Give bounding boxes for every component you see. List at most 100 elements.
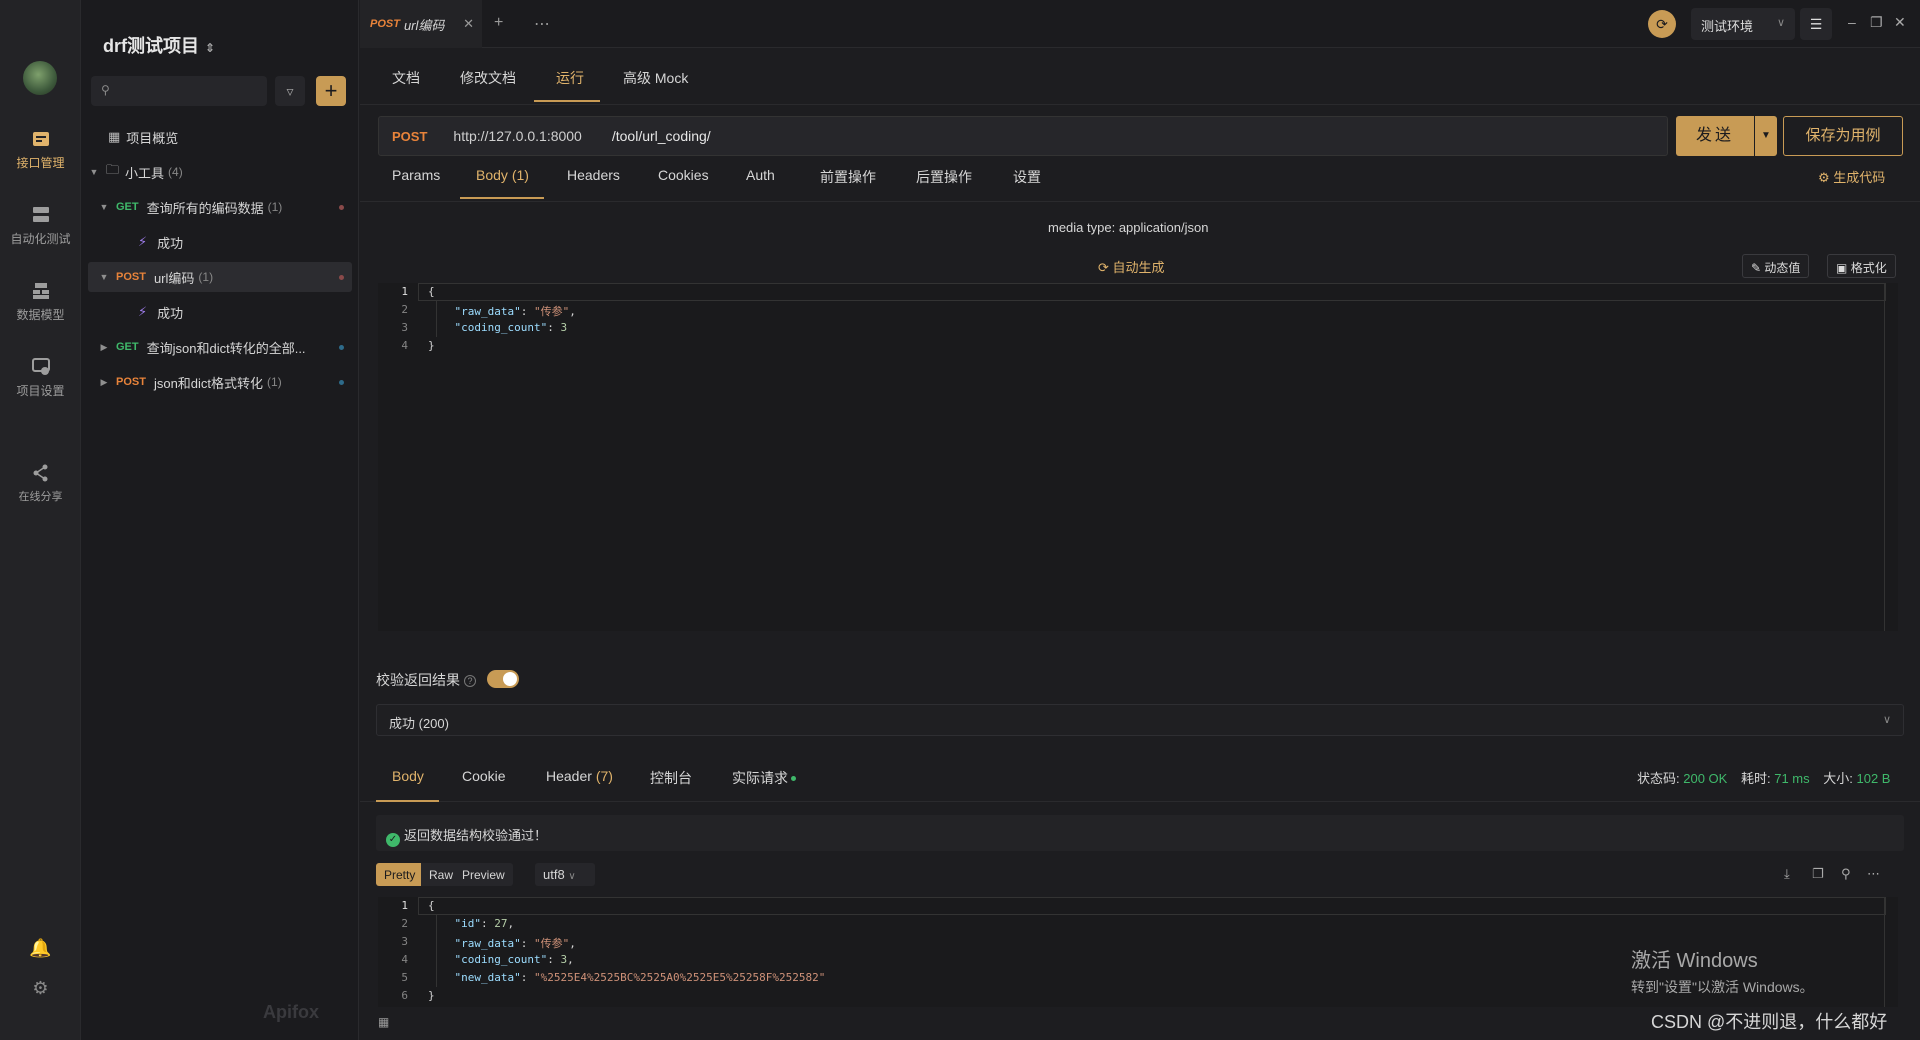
env-select[interactable]: 测试环境 ∨ bbox=[1691, 8, 1795, 40]
chevron-down-icon: ∨ bbox=[1776, 17, 1785, 29]
window-close-icon[interactable]: ✕ bbox=[1894, 14, 1906, 31]
search-icon: ⚲ bbox=[101, 83, 110, 97]
rail-item-schema[interactable]: 数据模型 bbox=[0, 282, 81, 323]
main-panel: POST url编码 ✕ + ⋯ ⟳ 测试环境 ∨ ☰ – ❐ ✕ 文档 修改文… bbox=[360, 0, 1920, 1040]
nav-rail: 接口管理 自动化测试 数据模型 项目设置 在线分享 🔔 ⚙ bbox=[0, 0, 81, 1040]
code-line: { bbox=[428, 285, 435, 298]
status-dot bbox=[339, 379, 344, 385]
plus-icon: + bbox=[324, 78, 338, 103]
tab-post-ops[interactable]: 后置操作 bbox=[916, 167, 972, 187]
line-number: 4 bbox=[401, 339, 408, 352]
minimize-icon[interactable]: – bbox=[1848, 14, 1856, 30]
copy-icon[interactable]: ❐ bbox=[1812, 866, 1824, 882]
scrollbar[interactable] bbox=[1884, 897, 1898, 1007]
add-button[interactable]: + bbox=[316, 76, 346, 106]
format-button[interactable]: ▣ 格式化 bbox=[1827, 254, 1896, 278]
active-tab-indicator bbox=[376, 800, 439, 802]
tree-item-api[interactable]: ▶ GET 查询json和dict转化的全部... bbox=[88, 332, 352, 362]
tab-body[interactable]: Body (1) bbox=[476, 167, 529, 183]
scrollbar[interactable] bbox=[1884, 283, 1898, 631]
line-number: 4 bbox=[401, 953, 408, 966]
validate-toggle[interactable] bbox=[487, 670, 519, 688]
rail-item-autotest[interactable]: 自动化测试 bbox=[0, 206, 81, 247]
method-select[interactable]: POST bbox=[392, 129, 427, 144]
tab-edit-doc[interactable]: 修改文档 bbox=[460, 68, 516, 88]
restore-icon[interactable]: ❐ bbox=[1870, 14, 1883, 31]
more-icon[interactable]: ⋯ bbox=[1867, 866, 1880, 882]
search-input[interactable]: ⚲ bbox=[91, 76, 267, 106]
tab-mock[interactable]: 高级 Mock bbox=[623, 68, 688, 88]
search-icon[interactable]: ⚲ bbox=[1841, 866, 1851, 882]
url-input[interactable]: POST http://127.0.0.1:8000 /tool/url_cod… bbox=[378, 116, 1668, 156]
tab-label: Body bbox=[476, 167, 508, 183]
menu-icon[interactable]: ☰ bbox=[1800, 8, 1832, 40]
save-as-case-button[interactable]: 保存为用例 bbox=[1783, 116, 1903, 156]
code-line: "coding_count": 3, bbox=[454, 953, 574, 966]
tab-url-coding[interactable]: POST url编码 ✕ bbox=[360, 0, 482, 48]
tab-auth[interactable]: Auth bbox=[746, 167, 775, 183]
tab-params[interactable]: Params bbox=[392, 167, 440, 183]
tab-actual-request[interactable]: 实际请求 bbox=[732, 768, 796, 788]
line-number: 2 bbox=[401, 917, 408, 930]
encoding-value: utf8 bbox=[543, 867, 565, 882]
tree-item-case[interactable]: ⚡ 成功 bbox=[88, 297, 352, 327]
chevron-down-icon: ∨ bbox=[568, 871, 576, 882]
switch-icon: ⇕ bbox=[205, 41, 216, 55]
layout-toggle-icon[interactable]: ▦ bbox=[378, 1015, 389, 1029]
chevron-down-icon[interactable]: ▼ bbox=[1755, 116, 1777, 156]
tab-resp-cookie[interactable]: Cookie bbox=[462, 768, 506, 784]
bell-icon[interactable]: 🔔 bbox=[0, 938, 81, 959]
rail-item-settings[interactable]: 项目设置 bbox=[0, 358, 81, 399]
tree-item-api[interactable]: ▼ GET 查询所有的编码数据 (1) bbox=[88, 192, 352, 222]
validate-label: 校验返回结果? bbox=[376, 670, 476, 690]
encoding-select[interactable]: utf8 ∨ bbox=[535, 863, 595, 886]
api-name: json和dict格式转化 bbox=[153, 375, 264, 391]
tree-item-api[interactable]: ▼ POST url编码 (1) bbox=[88, 262, 352, 292]
tab-label: 实际请求 bbox=[732, 770, 788, 786]
tree-folder[interactable]: ▼ 🗀 小工具 (4) bbox=[88, 157, 352, 187]
format-preview[interactable]: Preview bbox=[454, 863, 513, 886]
tab-run[interactable]: 运行 bbox=[556, 68, 584, 88]
sync-icon[interactable]: ⟳ bbox=[1648, 10, 1676, 38]
api-tree-sidebar: drf测试项目 ⇕ ⚲ ▿ + ▦ 项目概览 ▼ 🗀 小工具 (4) ▼ GET … bbox=[81, 0, 359, 1040]
tree-item-overview[interactable]: ▦ 项目概览 bbox=[88, 122, 352, 152]
doc-tabs: 文档 修改文档 运行 高级 Mock bbox=[360, 50, 1920, 105]
tab-settings[interactable]: 设置 bbox=[1013, 167, 1041, 187]
download-icon[interactable]: ⤓ bbox=[1784, 866, 1790, 882]
method-badge: GET bbox=[116, 341, 139, 353]
url-path[interactable]: /tool/url_coding/ bbox=[612, 128, 711, 144]
help-icon[interactable]: ? bbox=[464, 675, 476, 687]
filter-button[interactable]: ▿ bbox=[275, 76, 305, 106]
project-title[interactable]: drf测试项目 ⇕ bbox=[103, 32, 215, 58]
tab-resp-body[interactable]: Body bbox=[392, 768, 424, 784]
response-status-select[interactable]: 成功 (200) ∨ bbox=[376, 704, 1904, 736]
tab-resp-header[interactable]: Header (7) bbox=[546, 768, 613, 784]
tab-console[interactable]: 控制台 bbox=[650, 768, 692, 788]
rail-item-api[interactable]: 接口管理 bbox=[0, 130, 81, 171]
rail-item-share[interactable]: 在线分享 bbox=[0, 464, 81, 504]
auto-generate-button[interactable]: ⟳ 自动生成 bbox=[1098, 257, 1165, 276]
rail-item-label: 在线分享 bbox=[18, 491, 63, 503]
dynamic-value-button[interactable]: ✎ 动态值 bbox=[1742, 254, 1810, 278]
tree-item-api[interactable]: ▶ POST json和dict格式转化 (1) bbox=[88, 367, 352, 397]
tab-cookies[interactable]: Cookies bbox=[658, 167, 709, 183]
more-icon[interactable]: ⋯ bbox=[534, 14, 550, 34]
gear-icon[interactable]: ⚙ bbox=[0, 978, 81, 999]
tree-item-case[interactable]: ⚡ 成功 bbox=[88, 227, 352, 257]
activation-subtitle: 转到"设置"以激活 Windows。 bbox=[1631, 979, 1814, 995]
tab-pre-ops[interactable]: 前置操作 bbox=[820, 167, 876, 187]
check-icon: ✓ bbox=[386, 833, 400, 847]
format-pretty[interactable]: Pretty bbox=[376, 863, 424, 886]
send-button[interactable]: 发送 bbox=[1676, 116, 1754, 156]
format-icon: ▣ bbox=[1836, 261, 1848, 275]
tab-headers[interactable]: Headers bbox=[567, 167, 620, 183]
code-line: "coding_count": 3 bbox=[454, 321, 568, 334]
new-tab-icon[interactable]: + bbox=[494, 14, 503, 32]
method-badge: POST bbox=[116, 271, 146, 283]
request-body-editor[interactable]: 1 2 3 4 { "raw_data": "传参", "coding_coun… bbox=[378, 283, 1898, 631]
tab-doc[interactable]: 文档 bbox=[392, 68, 420, 88]
avatar[interactable] bbox=[23, 61, 57, 95]
generate-code-button[interactable]: ⚙ 生成代码 bbox=[1818, 167, 1885, 186]
caret-down-icon: ▼ bbox=[99, 202, 109, 212]
close-icon[interactable]: ✕ bbox=[463, 16, 474, 32]
